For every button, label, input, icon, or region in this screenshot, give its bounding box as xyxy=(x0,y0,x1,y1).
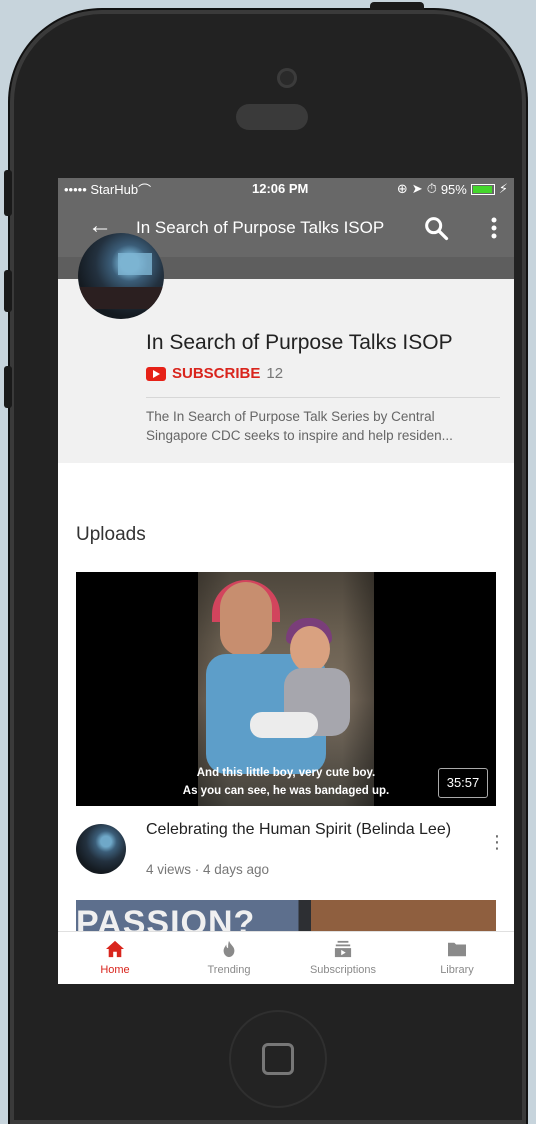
home-button-square-icon xyxy=(262,1043,294,1075)
tab-home[interactable]: Home xyxy=(58,932,172,984)
battery-icon xyxy=(470,183,495,195)
phone-frame: ••••• StarHub ⌒ 12:06 PM ⊕ ➤ ⏱ 95% ⚡ ← I… xyxy=(10,10,526,1124)
channel-name: In Search of Purpose Talks ISOP xyxy=(146,331,453,354)
subtitle-line-1: And this little boy, very cute boy. xyxy=(196,767,376,779)
channel-avatar[interactable] xyxy=(78,233,164,319)
subscriptions-icon xyxy=(334,940,352,958)
location-icon: ➤ xyxy=(411,181,423,196)
carrier-text: ••••• StarHub xyxy=(64,181,139,197)
search-icon[interactable] xyxy=(422,214,450,242)
channel-description: The In Search of Purpose Talk Series by … xyxy=(146,409,453,443)
tab-library[interactable]: Library xyxy=(400,932,514,984)
divider xyxy=(146,397,500,398)
volume-up-button[interactable] xyxy=(4,270,12,312)
video-channel-avatar[interactable] xyxy=(76,824,126,874)
tab-subscriptions-label: Subscriptions xyxy=(309,964,377,976)
flame-icon xyxy=(223,940,235,958)
subtitle-line-2: As you can see, he was bandaged up. xyxy=(182,785,390,797)
tab-trending[interactable]: Trending xyxy=(172,932,286,984)
video-duration: 35:57 xyxy=(438,768,488,798)
folder-icon xyxy=(448,942,466,957)
tab-home-label: Home xyxy=(100,964,130,976)
uploads-heading: Uploads xyxy=(76,524,146,545)
charging-icon: ⚡ xyxy=(498,181,508,196)
more-vertical-icon[interactable] xyxy=(486,214,502,242)
app-bar-title: In Search of Purpose Talks ISOP xyxy=(136,218,385,237)
mute-switch[interactable] xyxy=(4,170,12,216)
status-right: ⊕ ➤ ⏱ 95% ⚡ xyxy=(397,181,508,197)
lock-icon: ⊕ xyxy=(396,181,408,196)
volume-down-button[interactable] xyxy=(4,366,12,408)
camera xyxy=(277,68,297,88)
sleep-button[interactable] xyxy=(370,2,424,10)
bottom-tab-bar: Home Trending Subscriptions Library xyxy=(58,931,514,984)
clock: 12:06 PM xyxy=(252,181,309,196)
video-title[interactable]: Celebrating the Human Spirit (Belinda Le… xyxy=(146,820,466,839)
screen: ••••• StarHub ⌒ 12:06 PM ⊕ ➤ ⏱ 95% ⚡ ← I… xyxy=(58,178,514,984)
home-icon xyxy=(106,940,124,958)
channel-header: In Search of Purpose Talks ISOP SUBSCRIB… xyxy=(58,233,514,463)
wifi-icon: ⌒ xyxy=(138,182,152,198)
subscriber-count: 12 xyxy=(266,365,284,382)
subscribe-button[interactable]: SUBSCRIBE xyxy=(172,365,260,382)
tab-subscriptions[interactable]: Subscriptions xyxy=(286,932,400,984)
speaker xyxy=(236,104,308,130)
battery-percent: 95% xyxy=(440,181,467,197)
alarm-icon: ⏱ xyxy=(426,181,437,196)
status-bar: ••••• StarHub ⌒ 12:06 PM ⊕ ➤ ⏱ 95% ⚡ xyxy=(58,178,514,200)
tab-library-label: Library xyxy=(440,964,474,976)
video-more-icon[interactable]: ⋮ xyxy=(488,832,506,853)
subscribe-row[interactable]: SUBSCRIBE 12 xyxy=(146,365,283,382)
video-thumbnail[interactable]: And this little boy, very cute boy. As y… xyxy=(76,572,496,806)
video-stats: 4 views · 4 days ago xyxy=(146,862,270,877)
youtube-play-icon xyxy=(146,366,166,381)
tab-trending-label: Trending xyxy=(207,964,251,976)
video-meta[interactable]: Celebrating the Human Spirit (Belinda Le… xyxy=(76,818,506,888)
video-subtitles: And this little boy, very cute boy. As y… xyxy=(76,764,496,800)
home-button[interactable] xyxy=(229,1010,327,1108)
